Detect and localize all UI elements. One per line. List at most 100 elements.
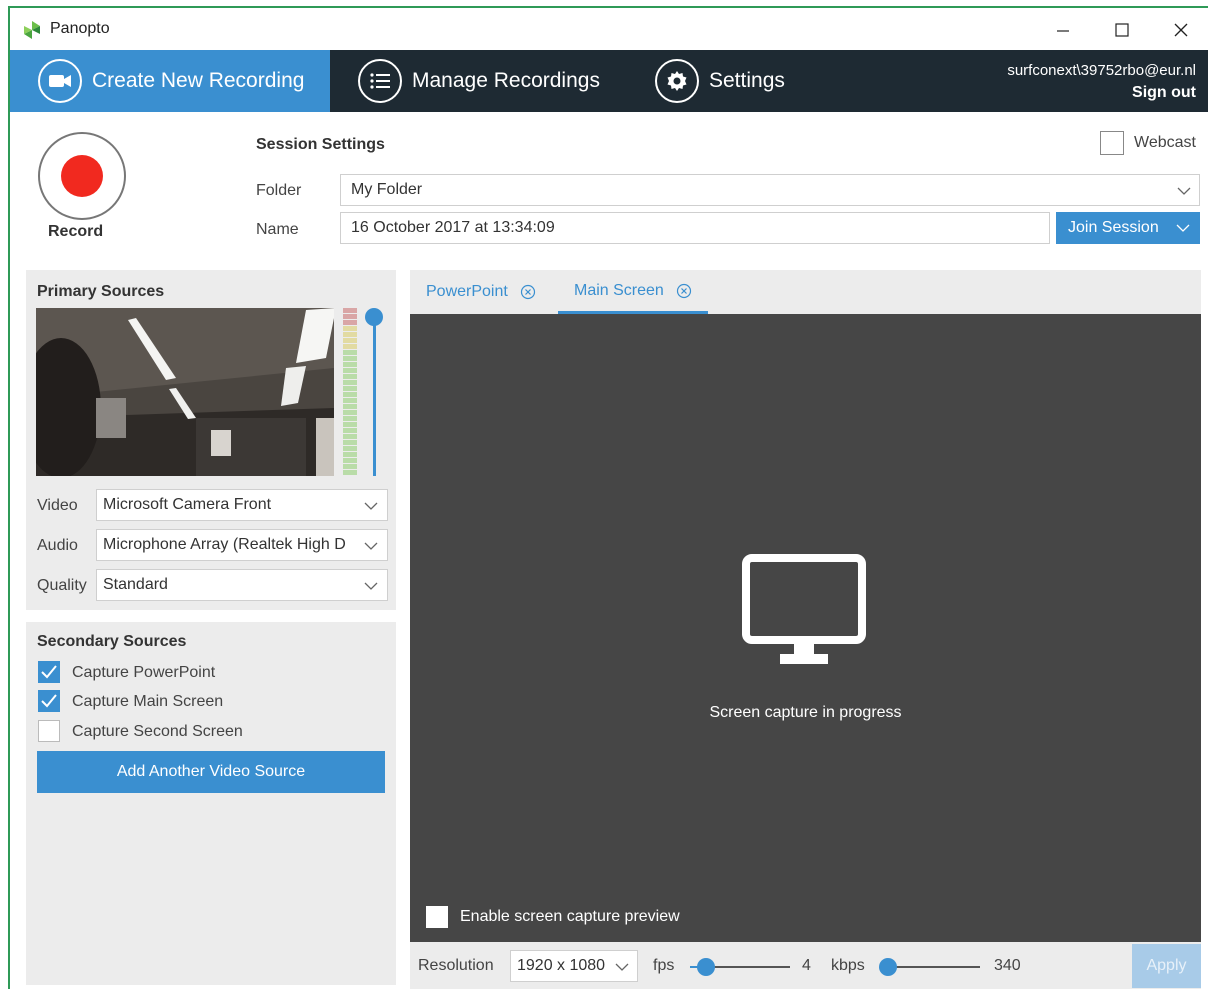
close-button[interactable] bbox=[1158, 16, 1204, 44]
meter-segment bbox=[343, 446, 357, 451]
tab-manage-recordings[interactable]: Manage Recordings bbox=[358, 50, 600, 112]
gear-icon bbox=[655, 59, 699, 103]
title-bar: Panopto bbox=[10, 8, 1208, 50]
tab-powerpoint[interactable]: PowerPoint bbox=[410, 270, 552, 314]
fps-value: 4 bbox=[802, 957, 811, 974]
panopto-logo-icon bbox=[24, 21, 40, 39]
quality-label: Quality bbox=[37, 577, 87, 594]
meter-segment bbox=[343, 380, 357, 385]
checkmark-icon bbox=[41, 665, 57, 679]
apply-label: Apply bbox=[1146, 957, 1187, 974]
capture-second-screen-label: Capture Second Screen bbox=[72, 723, 243, 740]
chevron-down-icon bbox=[615, 963, 629, 971]
audio-label: Audio bbox=[37, 537, 78, 554]
enable-preview-label: Enable screen capture preview bbox=[460, 908, 680, 925]
tab-settings[interactable]: Settings bbox=[655, 50, 785, 112]
window-title: Panopto bbox=[50, 20, 110, 37]
chevron-down-icon bbox=[359, 579, 379, 593]
record-button[interactable] bbox=[38, 132, 126, 220]
kbps-slider-handle[interactable] bbox=[879, 958, 897, 976]
meter-segment bbox=[343, 404, 357, 409]
apply-button[interactable]: Apply bbox=[1132, 944, 1201, 988]
meter-segment bbox=[343, 458, 357, 463]
folder-label: Folder bbox=[256, 182, 302, 199]
webcast-label: Webcast bbox=[1134, 134, 1196, 151]
tab-label: Main Screen bbox=[574, 281, 664, 299]
meter-segment bbox=[343, 326, 357, 331]
meter-segment bbox=[343, 350, 357, 355]
meter-segment bbox=[343, 308, 357, 313]
meter-segment bbox=[343, 464, 357, 469]
enable-preview-checkbox[interactable] bbox=[426, 906, 448, 928]
tab-label: PowerPoint bbox=[426, 283, 508, 300]
video-source-value: Microsoft Camera Front bbox=[103, 496, 272, 513]
webcast-checkbox[interactable] bbox=[1100, 131, 1124, 155]
maximize-icon bbox=[1115, 23, 1129, 37]
chevron-down-icon bbox=[359, 539, 379, 553]
meter-segment bbox=[343, 386, 357, 391]
screen-preview-area: Screen capture in progress Enable screen… bbox=[410, 314, 1201, 942]
session-name-input[interactable]: 16 October 2017 at 13:34:09 bbox=[340, 212, 1050, 244]
primary-sources-title: Primary Sources bbox=[37, 283, 165, 300]
quality-value: Standard bbox=[103, 576, 168, 593]
session-settings-title: Session Settings bbox=[256, 136, 385, 153]
add-another-video-source-button[interactable]: Add Another Video Source bbox=[37, 751, 385, 793]
quality-select[interactable]: Standard bbox=[96, 569, 388, 601]
record-dot-icon bbox=[61, 155, 103, 197]
meter-segment bbox=[343, 470, 357, 475]
meter-segment bbox=[343, 428, 357, 433]
close-tab-icon[interactable] bbox=[676, 283, 692, 299]
minimize-button[interactable] bbox=[1040, 16, 1086, 44]
capture-powerpoint-checkbox[interactable] bbox=[38, 661, 60, 683]
kbps-label: kbps bbox=[831, 957, 865, 974]
capture-main-screen-checkbox[interactable] bbox=[38, 690, 60, 712]
monitor-icon bbox=[742, 554, 866, 664]
join-session-label: Join Session bbox=[1068, 219, 1159, 236]
kbps-value: 340 bbox=[994, 957, 1021, 974]
audio-gain-slider-handle[interactable] bbox=[365, 308, 383, 326]
sign-out-link[interactable]: Sign out bbox=[1132, 84, 1196, 102]
camera-preview bbox=[36, 308, 334, 476]
resolution-label: Resolution bbox=[418, 957, 494, 974]
audio-source-select[interactable]: Microphone Array (Realtek High D bbox=[96, 529, 388, 561]
fps-slider-handle[interactable] bbox=[697, 958, 715, 976]
main-nav: Create New Recording Manage Recordings S… bbox=[10, 50, 1208, 112]
close-tab-icon[interactable] bbox=[520, 284, 536, 300]
tab-create-new-recording[interactable]: Create New Recording bbox=[10, 50, 330, 112]
name-label: Name bbox=[256, 221, 299, 238]
capture-status-text: Screen capture in progress bbox=[709, 704, 902, 721]
capture-settings-bar: Resolution 1920 x 1080 fps 4 kbps 340 Ap… bbox=[410, 942, 1201, 989]
join-session-button[interactable]: Join Session bbox=[1056, 212, 1200, 244]
meter-segment bbox=[343, 362, 357, 367]
meter-segment bbox=[343, 368, 357, 373]
resolution-select[interactable]: 1920 x 1080 bbox=[510, 950, 638, 982]
video-source-select[interactable]: Microsoft Camera Front bbox=[96, 489, 388, 521]
meter-segment bbox=[343, 374, 357, 379]
meter-segment bbox=[343, 422, 357, 427]
tab-main-screen[interactable]: Main Screen bbox=[558, 270, 708, 314]
session-name-value: 16 October 2017 at 13:34:09 bbox=[351, 219, 555, 236]
maximize-button[interactable] bbox=[1099, 16, 1145, 44]
capture-second-screen-checkbox[interactable] bbox=[38, 720, 60, 742]
close-icon bbox=[1174, 23, 1188, 37]
meter-segment bbox=[343, 392, 357, 397]
capture-powerpoint-label: Capture PowerPoint bbox=[72, 664, 216, 681]
meter-segment bbox=[343, 320, 357, 325]
meter-segment bbox=[343, 416, 357, 421]
video-label: Video bbox=[37, 497, 78, 514]
audio-level-meter bbox=[343, 308, 357, 476]
folder-select[interactable]: My Folder bbox=[340, 174, 1200, 206]
fps-label: fps bbox=[653, 957, 675, 974]
user-email: surfconext\39752rbo@eur.nl bbox=[1007, 62, 1196, 79]
chevron-down-icon bbox=[359, 499, 379, 513]
app-window: Panopto Create New Recording Manage Reco… bbox=[8, 6, 1208, 989]
audio-source-value: Microphone Array (Realtek High D bbox=[103, 536, 346, 553]
meter-segment bbox=[343, 440, 357, 445]
meter-segment bbox=[343, 356, 357, 361]
tab-label: Settings bbox=[709, 69, 785, 92]
meter-segment bbox=[343, 434, 357, 439]
audio-gain-slider-track[interactable] bbox=[373, 318, 376, 476]
capture-main-screen-label: Capture Main Screen bbox=[72, 693, 224, 710]
resolution-value: 1920 x 1080 bbox=[517, 957, 606, 974]
meter-segment bbox=[343, 314, 357, 319]
